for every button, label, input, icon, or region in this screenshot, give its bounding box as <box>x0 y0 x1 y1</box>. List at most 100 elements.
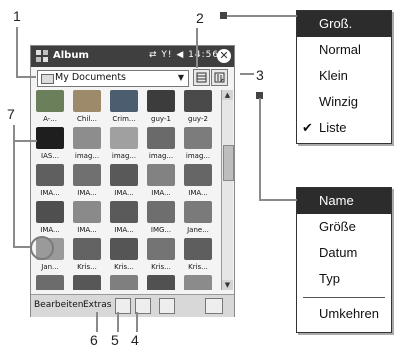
thumbnail-caption: guy-2 <box>188 115 208 123</box>
menu-item-sort[interactable]: Größe <box>297 214 391 240</box>
sort-button[interactable] <box>211 69 228 86</box>
thumbnail-item[interactable] <box>181 275 215 290</box>
leader-line <box>136 312 138 332</box>
thumbnail-item[interactable]: IMG... <box>144 201 178 241</box>
thumbnail-item[interactable]: Kris... <box>181 238 215 278</box>
thumbnail-caption: Kris... <box>114 263 134 271</box>
leader-line <box>96 312 98 332</box>
thumbnail-item[interactable]: IMA... <box>144 164 178 204</box>
thumbnail-caption: Chil... <box>77 115 97 123</box>
thumbnail-item[interactable]: IMA... <box>33 164 67 204</box>
thumbnail-item[interactable] <box>33 275 67 290</box>
thumbnail-image <box>73 238 101 260</box>
scroll-up-icon[interactable]: ▲ <box>222 90 233 100</box>
menu-item-sort[interactable]: Typ <box>297 266 391 292</box>
scroll-down-icon[interactable]: ▼ <box>222 280 233 290</box>
folder-dropdown[interactable]: My Documents ▼ <box>37 70 189 87</box>
thumbnail-image <box>184 127 212 149</box>
camera-icon[interactable] <box>159 298 175 314</box>
grid-view-icon <box>196 72 207 83</box>
thumbnail-image <box>147 201 175 223</box>
view-mode-button[interactable] <box>193 69 210 86</box>
leader-line <box>117 312 119 332</box>
thumbnail-item[interactable]: Kris... <box>70 238 104 278</box>
thumbnail-item[interactable]: IAS... <box>33 127 67 167</box>
thumbnail-item[interactable]: Kris... <box>144 238 178 278</box>
thumbnail-image <box>73 127 101 149</box>
thumbnail-item[interactable] <box>144 275 178 290</box>
leader-line <box>227 15 297 17</box>
thumbnail-item[interactable]: imag... <box>181 127 215 167</box>
thumbnail-item[interactable]: IMA... <box>107 201 141 241</box>
thumbnail-item[interactable]: imag... <box>144 127 178 167</box>
thumbnail-item[interactable] <box>107 275 141 290</box>
windows-start-icon[interactable] <box>35 49 49 63</box>
menu-item-view[interactable]: Klein <box>297 63 391 89</box>
leader-line <box>259 199 297 201</box>
checkmark-icon: ✔ <box>302 120 313 135</box>
thumbnail-caption: Jane... <box>187 226 209 234</box>
edit-menu[interactable]: Bearbeiten <box>34 300 83 310</box>
callout-2: 2 <box>196 10 204 26</box>
menu-item-sort[interactable]: Name <box>297 188 391 214</box>
thumbnail-image <box>110 201 138 223</box>
thumbnail-item[interactable]: imag... <box>107 127 141 167</box>
menu-item-label: Groß. <box>319 16 353 31</box>
thumbnail-caption: IMA... <box>77 226 97 234</box>
thumbnail-image <box>110 275 138 290</box>
thumbnail-caption: Kris... <box>151 263 171 271</box>
view-mode-menu: Groß. Normal Klein Winzig ✔ Liste <box>296 10 392 144</box>
thumbnail-item[interactable]: Jane... <box>181 201 215 241</box>
menu-item-label: Klein <box>319 68 348 83</box>
menu-item-sort[interactable]: Datum <box>297 240 391 266</box>
thumbnail-image <box>110 238 138 260</box>
menu-item-view[interactable]: Winzig <box>297 89 391 115</box>
leader-line <box>13 246 31 248</box>
thumbnail-image <box>110 127 138 149</box>
thumbnail-image <box>73 201 101 223</box>
thumbnail-caption: IMA... <box>40 189 60 197</box>
thumbnail-image <box>184 164 212 186</box>
thumbnail-item[interactable]: Chil... <box>70 90 104 130</box>
status-indicators[interactable]: ⇄ Y! ◀ 14:56 <box>149 50 219 60</box>
thumbnail-caption: IMA... <box>77 189 97 197</box>
scroll-thumb[interactable] <box>223 145 234 181</box>
thumbnail-item[interactable] <box>70 275 104 290</box>
thumbnail-grid: A-... Chil... Crim... guy-1 guy-2 IAS... imag.… <box>33 90 221 290</box>
menu-item-label: Winzig <box>319 94 359 109</box>
menu-separator <box>303 297 385 298</box>
thumbnail-caption: guy-1 <box>151 115 171 123</box>
thumbnail-item[interactable]: guy-2 <box>181 90 215 130</box>
close-icon[interactable]: ✕ <box>217 49 231 63</box>
menu-item-view[interactable]: Normal <box>297 37 391 63</box>
thumbnail-item[interactable]: Kris... <box>107 238 141 278</box>
thumbnail-item[interactable]: A-... <box>33 90 67 130</box>
folder-label: My Documents <box>55 72 127 83</box>
thumbnail-item[interactable]: imag... <box>70 127 104 167</box>
leader-line <box>16 27 18 77</box>
thumbnail-item[interactable]: IMA... <box>107 164 141 204</box>
thumbnail-image <box>147 90 175 112</box>
thumbnail-item[interactable]: IMA... <box>181 164 215 204</box>
highlight-circle <box>30 236 54 260</box>
thumbnail-item[interactable]: IMA... <box>70 201 104 241</box>
thumbnail-image <box>36 90 64 112</box>
menu-item-view[interactable]: ✔ Liste <box>297 115 391 141</box>
thumbnail-item[interactable]: Crim... <box>107 90 141 130</box>
thumbnail-caption: imag... <box>74 152 100 160</box>
sort-icon <box>214 72 225 83</box>
scrollbar[interactable]: ▲ ▼ <box>221 90 234 290</box>
thumbnail-caption: imag... <box>148 152 174 160</box>
thumbnail-item[interactable]: IMA... <box>33 201 67 241</box>
thumbnail-item[interactable]: IMA... <box>70 164 104 204</box>
callout-4: 4 <box>131 332 139 348</box>
keyboard-icon[interactable] <box>205 298 223 314</box>
title-bar: Album ⇄ Y! ◀ 14:56 ✕ <box>31 46 234 67</box>
thumbnail-image <box>36 275 64 290</box>
thumbnail-item[interactable]: guy-1 <box>144 90 178 130</box>
thumbnail-image <box>73 164 101 186</box>
menu-item-reverse[interactable]: Umkehren <box>297 301 391 327</box>
chevron-down-icon[interactable]: ▼ <box>175 72 187 84</box>
extras-menu[interactable]: Extras <box>83 300 111 310</box>
menu-item-view[interactable]: Groß. <box>297 11 391 37</box>
